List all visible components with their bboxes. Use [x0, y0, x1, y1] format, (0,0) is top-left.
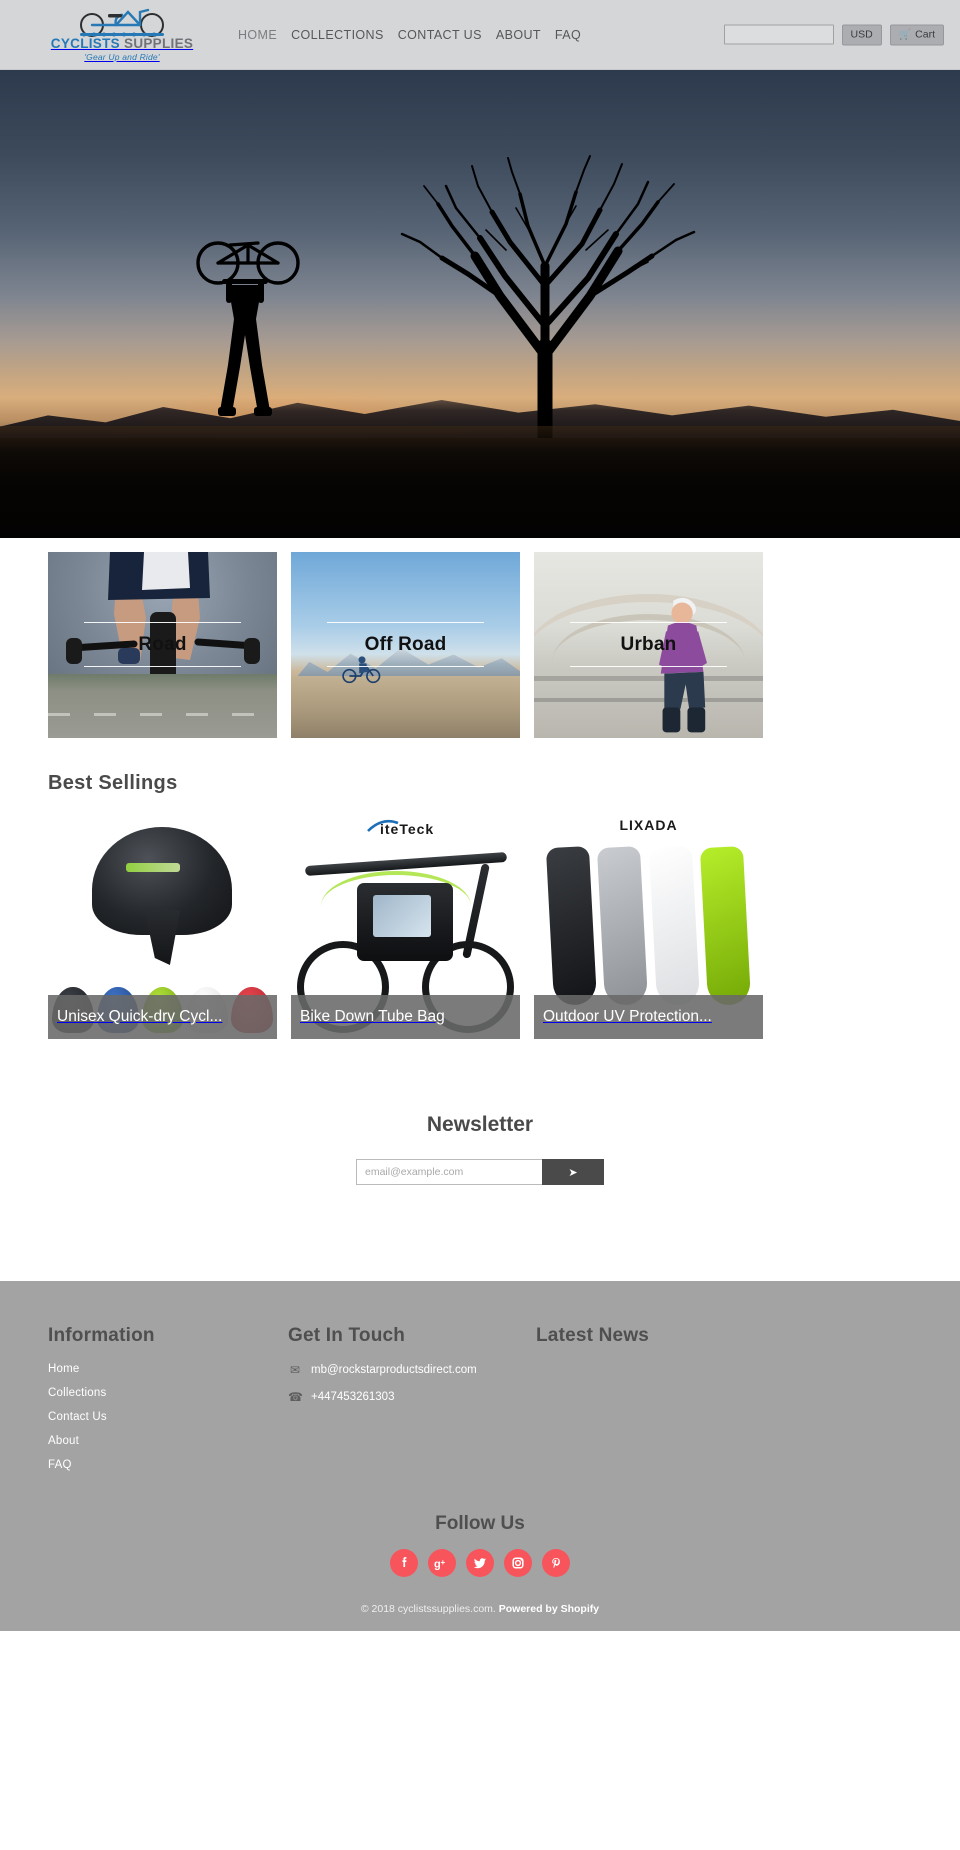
nav-item-collections[interactable]: COLLECTIONS	[291, 28, 384, 42]
logo-tagline: 'Gear Up and Ride'	[84, 51, 160, 62]
product-card-2[interactable]: iteTeck Bike Down Tube Bag	[291, 811, 520, 1039]
footer-heading-latest-news: Latest News	[536, 1325, 650, 1346]
category-tile-road[interactable]: Road	[48, 552, 277, 738]
cart-label: Cart	[915, 28, 935, 41]
footer-link-home[interactable]: Home	[48, 1363, 288, 1375]
shopping-cart-icon: 🛒	[898, 29, 912, 40]
newsletter-form: ➤	[356, 1159, 604, 1185]
logo-brand-part2: SUPPLIES	[124, 36, 194, 52]
footer-link-about[interactable]: About	[48, 1435, 288, 1447]
product-title-2: Bike Down Tube Bag	[291, 995, 520, 1039]
footer-link-faq[interactable]: FAQ	[48, 1459, 288, 1471]
footer-link-collections[interactable]: Collections	[48, 1387, 288, 1399]
category-rule-top	[570, 622, 727, 623]
footer-link-contact-us[interactable]: Contact Us	[48, 1411, 288, 1423]
footer-email-row[interactable]: ✉ mb@rockstarproductsdirect.com	[288, 1363, 536, 1377]
currency-selector[interactable]: USD	[841, 24, 882, 45]
logo-brand-text: CYCLISTS SUPPLIES	[51, 37, 193, 51]
nav-item-home[interactable]: HOME	[238, 28, 277, 42]
google-plus-icon[interactable]: g +	[428, 1549, 456, 1577]
category-rule-top	[84, 622, 241, 623]
newsletter-section: Newsletter ➤	[0, 1039, 960, 1281]
envelope-icon: ✉	[289, 1363, 301, 1377]
tree-silhouette-icon	[380, 146, 710, 446]
phone-icon: ☎	[288, 1390, 303, 1404]
footer-column-get-in-touch: Get In Touch ✉ mb@rockstarproductsdirect…	[288, 1325, 536, 1483]
footer-heading-get-in-touch: Get In Touch	[288, 1325, 406, 1346]
main-navigation: HOME COLLECTIONS CONTACT US ABOUT FAQ	[238, 28, 581, 42]
product-card-1[interactable]: Unisex Quick-dry Cycl...	[48, 811, 277, 1039]
copyright-text: © 2018 cyclistssupplies.com. Powered by …	[48, 1577, 912, 1631]
nav-item-faq[interactable]: FAQ	[555, 28, 581, 42]
copyright-prefix: © 2018 cyclistssupplies.com.	[360, 1603, 499, 1615]
instagram-icon[interactable]	[504, 1549, 532, 1577]
category-rule-bottom	[570, 666, 727, 667]
currency-label: USD	[850, 28, 873, 41]
product-brand-2: iteTeck	[291, 817, 520, 837]
site-header: CYCLISTS SUPPLIES 'Gear Up and Ride' HOM…	[0, 0, 960, 70]
footer-columns: Information Home Collections Contact Us …	[48, 1325, 912, 1483]
site-footer: Information Home Collections Contact Us …	[0, 1281, 960, 1631]
logo-brand-part1: CYCLISTS	[50, 36, 120, 52]
twitter-icon[interactable]	[466, 1549, 494, 1577]
footer-phone-text: +447453261303	[311, 1391, 395, 1403]
category-tiles: Road Off Road Urban	[0, 538, 960, 738]
follow-us-heading: Follow Us	[435, 1513, 525, 1534]
product-brand-3: LIXADA	[619, 817, 678, 833]
powered-by-shopify-link[interactable]: Powered by Shopify	[499, 1603, 599, 1615]
arrow-right-icon: ➤	[568, 1166, 578, 1179]
newsletter-email-input[interactable]	[356, 1159, 542, 1185]
category-rule-bottom	[84, 666, 241, 667]
facebook-icon[interactable]	[390, 1549, 418, 1577]
hero-banner[interactable]	[0, 70, 960, 538]
cyclist-silhouette-icon	[170, 215, 320, 430]
social-links: g +	[48, 1549, 912, 1577]
newsletter-title: Newsletter	[426, 1113, 534, 1136]
product-grid: Unisex Quick-dry Cycl... iteTeck Bike Do…	[0, 811, 960, 1039]
footer-column-information: Information Home Collections Contact Us …	[48, 1325, 288, 1483]
newsletter-submit-button[interactable]: ➤	[542, 1159, 604, 1185]
category-label-off-road: Off Road	[364, 634, 447, 655]
category-label-urban: Urban	[620, 634, 677, 655]
svg-text:iteTeck: iteTeck	[380, 821, 434, 837]
follow-us-section: Follow Us g +	[48, 1513, 912, 1577]
product-card-3[interactable]: LIXADA Outdoor UV Protection...	[534, 811, 763, 1039]
search-input[interactable]	[723, 24, 834, 45]
category-label-road: Road	[138, 634, 187, 655]
nav-item-about[interactable]: ABOUT	[496, 28, 541, 42]
site-logo[interactable]: CYCLISTS SUPPLIES 'Gear Up and Ride'	[0, 7, 200, 62]
category-tile-urban[interactable]: Urban	[534, 552, 763, 738]
best-sellings-title: Best Sellings	[48, 772, 178, 794]
footer-email-text: mb@rockstarproductsdirect.com	[311, 1364, 477, 1376]
footer-phone-row[interactable]: ☎ +447453261303	[288, 1390, 536, 1404]
nav-item-contact-us[interactable]: CONTACT US	[398, 28, 482, 42]
category-rule-top	[327, 622, 484, 623]
cart-button[interactable]: 🛒 Cart	[889, 24, 944, 45]
hero-ground	[0, 426, 960, 538]
product-title-1: Unisex Quick-dry Cycl...	[48, 995, 277, 1039]
category-rule-bottom	[327, 666, 484, 667]
header-actions: USD 🛒 Cart	[723, 24, 944, 45]
footer-heading-information: Information	[48, 1325, 155, 1346]
pinterest-icon[interactable]	[542, 1549, 570, 1577]
product-title-3: Outdoor UV Protection...	[534, 995, 763, 1039]
svg-text:+: +	[441, 1558, 446, 1567]
bicycle-icon	[70, 7, 174, 38]
footer-column-latest-news: Latest News	[536, 1325, 776, 1483]
category-tile-off-road[interactable]: Off Road	[291, 552, 520, 738]
